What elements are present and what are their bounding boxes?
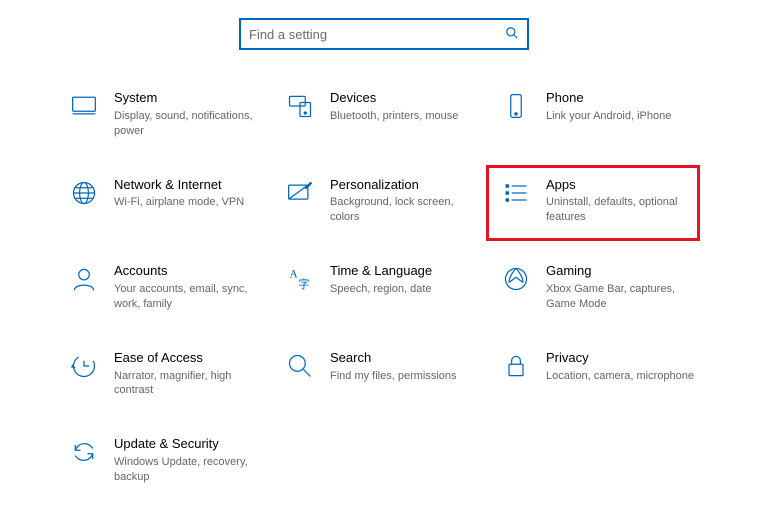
paint-icon <box>284 177 316 209</box>
magnifier-icon <box>284 350 316 382</box>
tile-title: Devices <box>330 90 458 107</box>
tile-privacy[interactable]: Privacy Location, camera, microphone <box>500 350 708 399</box>
tile-desc: Speech, region, date <box>330 282 432 297</box>
tile-desc: Location, camera, microphone <box>546 369 694 384</box>
tile-title: Privacy <box>546 350 694 367</box>
tile-title: Search <box>330 350 457 367</box>
tile-desc: Your accounts, email, sync, work, family <box>114 282 264 312</box>
tile-desc: Display, sound, notifications, power <box>114 109 264 139</box>
tile-title: Gaming <box>546 263 696 280</box>
svg-text:字: 字 <box>298 277 309 291</box>
apps-list-icon <box>500 177 532 209</box>
svg-text:A: A <box>290 268 299 280</box>
system-icon <box>68 90 100 122</box>
tile-apps[interactable]: Apps Uninstall, defaults, optional featu… <box>500 177 708 226</box>
search-icon <box>505 26 519 43</box>
tile-desc: Wi-Fi, airplane mode, VPN <box>114 195 244 210</box>
tile-desc: Find my files, permissions <box>330 369 457 384</box>
tile-title: System <box>114 90 264 107</box>
tile-desc: Bluetooth, printers, mouse <box>330 109 458 124</box>
tile-accounts[interactable]: Accounts Your accounts, email, sync, wor… <box>68 263 276 312</box>
gaming-icon <box>500 263 532 295</box>
tile-title: Apps <box>546 177 696 194</box>
tile-phone[interactable]: Phone Link your Android, iPhone <box>500 90 708 139</box>
tile-desc: Xbox Game Bar, captures, Game Mode <box>546 282 696 312</box>
tile-title: Update & Security <box>114 436 264 453</box>
tile-time-language[interactable]: A字 Time & Language Speech, region, date <box>284 263 492 312</box>
time-language-icon: A字 <box>284 263 316 295</box>
devices-icon <box>284 90 316 122</box>
search-container <box>0 0 768 90</box>
tile-desc: Link your Android, iPhone <box>546 109 671 124</box>
tile-ease-of-access[interactable]: Ease of Access Narrator, magnifier, high… <box>68 350 276 399</box>
tile-title: Time & Language <box>330 263 432 280</box>
tile-gaming[interactable]: Gaming Xbox Game Bar, captures, Game Mod… <box>500 263 708 312</box>
tile-title: Phone <box>546 90 671 107</box>
tile-title: Ease of Access <box>114 350 264 367</box>
phone-icon <box>500 90 532 122</box>
tile-desc: Narrator, magnifier, high contrast <box>114 369 264 399</box>
search-box[interactable] <box>239 18 529 50</box>
tile-title: Personalization <box>330 177 480 194</box>
tile-personalization[interactable]: Personalization Background, lock screen,… <box>284 177 492 226</box>
tile-title: Network & Internet <box>114 177 244 194</box>
search-input[interactable] <box>249 27 505 42</box>
settings-grid: System Display, sound, notifications, po… <box>0 90 768 485</box>
tile-desc: Background, lock screen, colors <box>330 195 480 225</box>
lock-icon <box>500 350 532 382</box>
person-icon <box>68 263 100 295</box>
tile-update-security[interactable]: Update & Security Windows Update, recove… <box>68 436 276 485</box>
ease-of-access-icon <box>68 350 100 382</box>
tile-title: Accounts <box>114 263 264 280</box>
tile-search[interactable]: Search Find my files, permissions <box>284 350 492 399</box>
globe-icon <box>68 177 100 209</box>
tile-network[interactable]: Network & Internet Wi-Fi, airplane mode,… <box>68 177 276 226</box>
tile-desc: Uninstall, defaults, optional features <box>546 195 696 225</box>
tile-desc: Windows Update, recovery, backup <box>114 455 264 485</box>
sync-icon <box>68 436 100 468</box>
tile-system[interactable]: System Display, sound, notifications, po… <box>68 90 276 139</box>
tile-devices[interactable]: Devices Bluetooth, printers, mouse <box>284 90 492 139</box>
